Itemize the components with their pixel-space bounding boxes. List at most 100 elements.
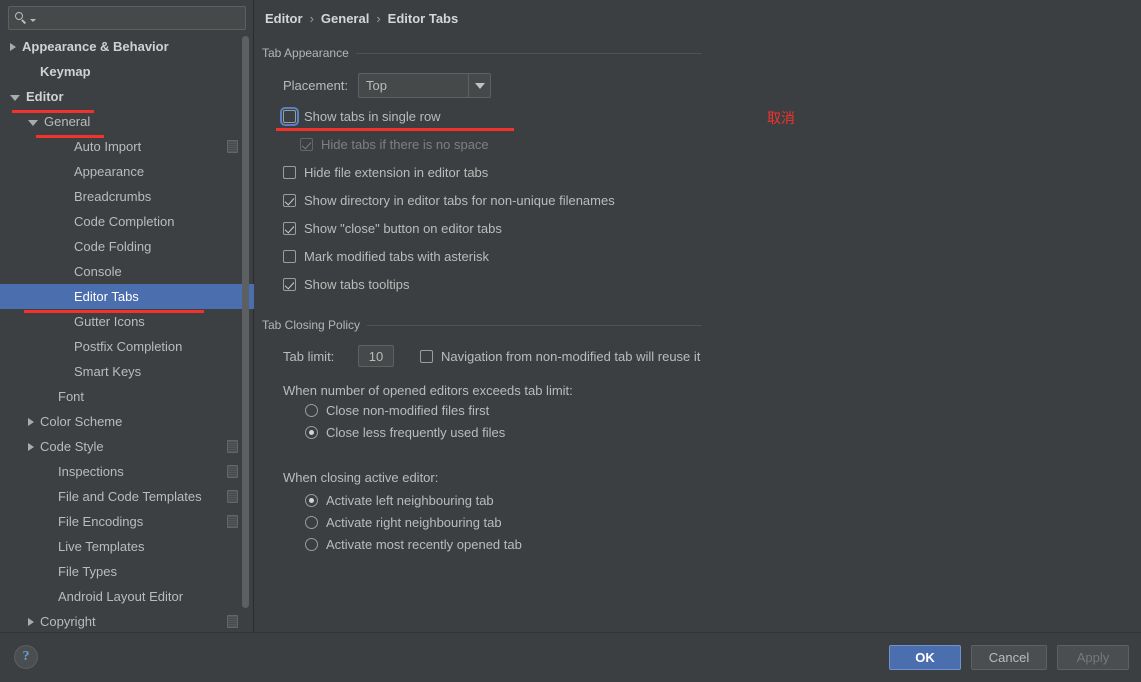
sidebar-item-smart-keys[interactable]: Smart Keys xyxy=(0,359,254,384)
search-icon xyxy=(15,11,29,25)
project-settings-icon xyxy=(227,490,238,503)
placement-row: Placement: Top xyxy=(283,73,491,98)
closing-editor-label-0: Activate left neighbouring tab xyxy=(326,492,494,508)
closing-editor-option-0[interactable]: Activate left neighbouring tab xyxy=(305,489,522,511)
breadcrumb-mid[interactable]: General xyxy=(321,11,369,26)
sidebar-item-label: Inspections xyxy=(58,464,124,479)
sidebar-item-code-style[interactable]: Code Style xyxy=(0,434,254,459)
cancel-button[interactable]: Cancel xyxy=(971,645,1047,670)
sidebar-item-live-templates[interactable]: Live Templates xyxy=(0,534,254,559)
search-box[interactable] xyxy=(8,6,246,30)
chevron-down-icon[interactable] xyxy=(28,119,38,126)
sidebar-item-breadcrumbs[interactable]: Breadcrumbs xyxy=(0,184,254,209)
sidebar-item-label: Breadcrumbs xyxy=(74,189,152,204)
closing-editor-radio-2[interactable] xyxy=(305,537,318,551)
tab-closing-policy-title: Tab Closing Policy xyxy=(262,318,702,332)
scrollbar-thumb[interactable] xyxy=(242,36,249,608)
sidebar-item-file-encodings[interactable]: File Encodings xyxy=(0,509,254,534)
section-divider xyxy=(355,52,702,54)
chevron-right-icon[interactable] xyxy=(28,617,34,626)
exceed-tab-limit-label: When number of opened editors exceeds ta… xyxy=(283,383,573,398)
help-button[interactable]: ? xyxy=(14,645,38,669)
sidebar-item-label: File and Code Templates xyxy=(58,489,202,504)
breadcrumb-leaf: Editor Tabs xyxy=(387,11,459,26)
checkbox-6[interactable] xyxy=(283,277,296,291)
placement-dropdown-button[interactable] xyxy=(468,74,490,97)
tab-limit-input[interactable] xyxy=(358,345,394,367)
sidebar-item-android-layout-editor[interactable]: Android Layout Editor xyxy=(0,584,254,609)
sidebar-item-appearance[interactable]: Appearance xyxy=(0,159,254,184)
sidebar-item-label: Copyright xyxy=(40,614,96,629)
sidebar-item-editor[interactable]: Editor xyxy=(0,84,254,109)
settings-tree[interactable]: Appearance & Behavior Keymap Editor General… xyxy=(0,34,254,632)
sidebar-item-keymap[interactable]: Keymap xyxy=(0,59,254,84)
checkbox-row-0[interactable]: Show tabs in single row xyxy=(280,106,933,126)
checkbox-row-2[interactable]: Hide file extension in editor tabs xyxy=(283,162,933,182)
sidebar-item-font[interactable]: Font xyxy=(0,384,254,409)
chevron-right-icon[interactable] xyxy=(28,442,34,451)
checkbox-3[interactable] xyxy=(283,193,296,207)
checkbox-row-4[interactable]: Show "close" button on editor tabs xyxy=(283,218,933,238)
closing-editor-radio-0[interactable] xyxy=(305,493,318,507)
checkbox-row-5[interactable]: Mark modified tabs with asterisk xyxy=(283,246,933,266)
reuse-tab-checkbox[interactable] xyxy=(420,349,433,363)
search-field-wrapper xyxy=(8,6,246,30)
checkbox-5[interactable] xyxy=(283,249,296,263)
exceed-limit-radio-1[interactable] xyxy=(305,425,318,439)
checkbox-label-1: Hide tabs if there is no space xyxy=(321,136,489,152)
project-settings-icon xyxy=(227,440,238,453)
placement-dropdown[interactable]: Top xyxy=(358,73,491,98)
closing-editor-radio-1[interactable] xyxy=(305,515,318,529)
sidebar-item-appearance-behavior[interactable]: Appearance & Behavior xyxy=(0,34,254,59)
sidebar-item-inspections[interactable]: Inspections xyxy=(0,459,254,484)
exceed-limit-option-0[interactable]: Close non-modified files first xyxy=(305,399,505,421)
chevron-down-icon xyxy=(474,82,485,89)
chevron-right-icon[interactable] xyxy=(10,42,16,51)
sidebar-item-label: Code Folding xyxy=(74,239,152,254)
search-input[interactable] xyxy=(40,10,245,26)
closing-editor-option-1[interactable]: Activate right neighbouring tab xyxy=(305,511,522,533)
tab-closing-policy-group: Tab Closing Policy xyxy=(262,318,702,332)
sidebar-item-copyright[interactable]: Copyright xyxy=(0,609,254,632)
chevron-right-icon[interactable] xyxy=(28,417,34,426)
sidebar-scrollbar[interactable] xyxy=(242,34,249,632)
checkbox-label-4: Show "close" button on editor tabs xyxy=(304,220,502,236)
checkbox-0[interactable] xyxy=(280,106,299,126)
sidebar-item-label: Appearance & Behavior xyxy=(22,39,169,54)
sidebar-item-code-completion[interactable]: Code Completion xyxy=(0,209,254,234)
reuse-tab-checkbox-row[interactable]: Navigation from non-modified tab will re… xyxy=(420,346,700,366)
sidebar-item-label: File Encodings xyxy=(58,514,144,529)
breadcrumb-root[interactable]: Editor xyxy=(265,11,303,26)
tab-appearance-title: Tab Appearance xyxy=(262,46,702,60)
closing-active-editor-label: When closing active editor: xyxy=(283,470,439,485)
tab-appearance-title-text: Tab Appearance xyxy=(262,46,349,60)
sidebar-item-editor-tabs[interactable]: Editor Tabs xyxy=(0,284,254,309)
sidebar-item-label: General xyxy=(44,114,91,129)
checkbox-row-3[interactable]: Show directory in editor tabs for non-un… xyxy=(283,190,933,210)
closing-editor-option-2[interactable]: Activate most recently opened tab xyxy=(305,533,522,555)
sidebar-item-color-scheme[interactable]: Color Scheme xyxy=(0,409,254,434)
sidebar-item-label: Appearance xyxy=(74,164,145,179)
checkbox-label-0: Show tabs in single row xyxy=(304,108,441,124)
chevron-down-icon[interactable] xyxy=(30,18,36,22)
tab-appearance-checkbox-list: Show tabs in single row Hide tabs if ther… xyxy=(280,106,933,302)
sidebar-item-code-folding[interactable]: Code Folding xyxy=(0,234,254,259)
ok-button[interactable]: OK xyxy=(889,645,961,670)
sidebar-item-file-and-code-templates[interactable]: File and Code Templates xyxy=(0,484,254,509)
exceed-limit-radio-0[interactable] xyxy=(305,403,318,417)
sidebar-item-file-types[interactable]: File Types xyxy=(0,559,254,584)
section-divider xyxy=(367,324,702,326)
apply-button[interactable]: Apply xyxy=(1057,645,1129,670)
checkbox-row-1[interactable]: Hide tabs if there is no space xyxy=(283,134,933,154)
checkbox-row-6[interactable]: Show tabs tooltips xyxy=(283,274,933,294)
project-settings-icon xyxy=(227,515,238,528)
checkbox-label-2: Hide file extension in editor tabs xyxy=(304,164,489,180)
checkbox-2[interactable] xyxy=(283,165,296,179)
breadcrumb-separator-icon: › xyxy=(376,11,381,26)
sidebar-item-console[interactable]: Console xyxy=(0,259,254,284)
checkbox-4[interactable] xyxy=(283,221,296,235)
exceed-limit-option-1[interactable]: Close less frequently used files xyxy=(305,421,505,443)
sidebar-item-postfix-completion[interactable]: Postfix Completion xyxy=(0,334,254,359)
chevron-down-icon[interactable] xyxy=(10,94,20,101)
annotation-underline-general xyxy=(36,135,104,138)
